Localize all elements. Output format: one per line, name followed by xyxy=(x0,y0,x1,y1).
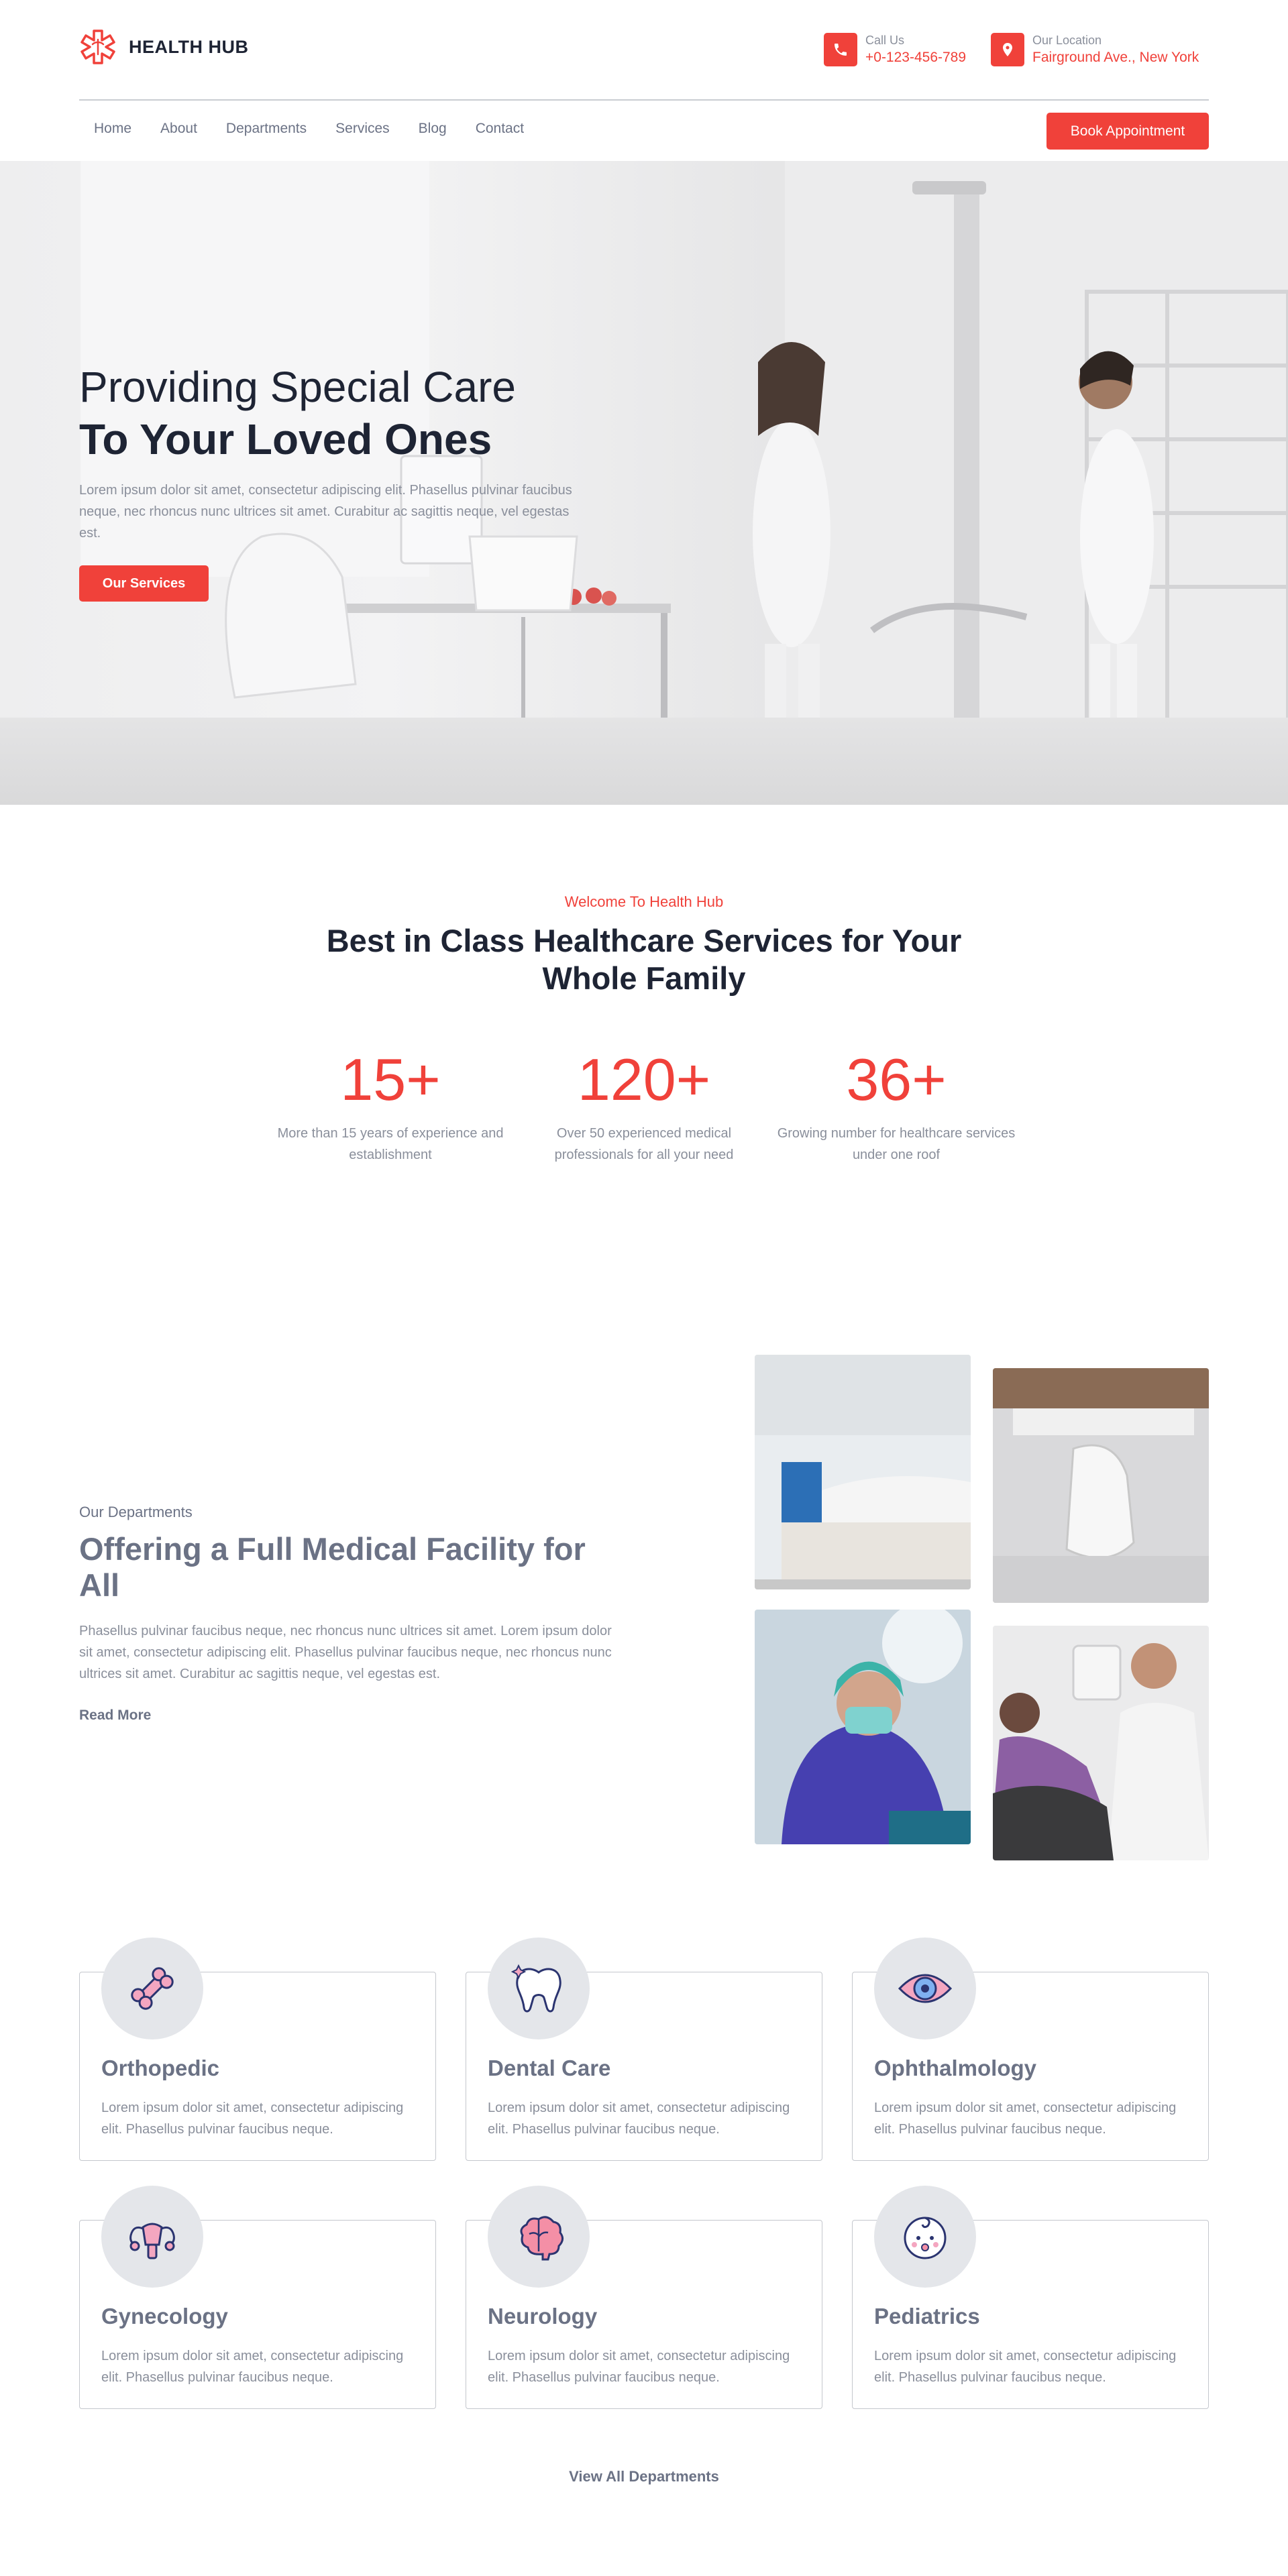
welcome-kicker: Welcome To Health Hub xyxy=(564,893,724,910)
brand-name: HEALTH HUB xyxy=(129,36,249,57)
logo[interactable]: HEALTH HUB xyxy=(79,28,248,66)
departments-kicker: Our Departments xyxy=(79,1504,193,1520)
department-description: Lorem ipsum dolor sit amet, consectetur … xyxy=(874,2349,1177,2385)
nav-item-services[interactable]: Services xyxy=(335,121,390,137)
view-all-departments-link[interactable]: View All Departments xyxy=(0,2468,1288,2485)
stat-number: 36+ xyxy=(846,1046,947,1113)
our-services-button[interactable]: Our Services xyxy=(79,565,209,602)
departments-title: Offering a Full Medical Facility for All xyxy=(79,1531,586,1603)
location-address[interactable]: Fairground Ave., New York xyxy=(1032,48,1199,67)
our-location[interactable]: Our Location Fairground Ave., New York xyxy=(991,32,1199,67)
department-card-dental-care[interactable]: Dental Care Lorem ipsum dolor sit amet, … xyxy=(466,1938,822,2161)
nav-item-about[interactable]: About xyxy=(160,121,197,137)
stat-professionals: 120+ Over 50 experienced medical profess… xyxy=(517,1046,771,1166)
stat-number: 120+ xyxy=(577,1046,711,1113)
phone-icon xyxy=(824,33,857,66)
department-title: Gynecology xyxy=(101,2304,228,2329)
department-description: Lorem ipsum dolor sit amet, consectetur … xyxy=(488,2349,790,2385)
stat-caption: Growing number for healthcare services u… xyxy=(777,1126,1016,1162)
bone-icon xyxy=(101,1938,203,2039)
hero-title-line1: Providing Special Care xyxy=(79,363,516,411)
department-description: Lorem ipsum dolor sit amet, consectetur … xyxy=(488,2101,790,2137)
department-card-ophthalmology[interactable]: Ophthalmology Lorem ipsum dolor sit amet… xyxy=(852,1938,1209,2161)
department-description: Lorem ipsum dolor sit amet, consectetur … xyxy=(101,2349,404,2385)
department-description: Lorem ipsum dolor sit amet, consectetur … xyxy=(101,2101,404,2137)
call-label: Call Us xyxy=(865,34,905,47)
read-more-link[interactable]: Read More xyxy=(79,1707,151,1724)
nav-item-home[interactable]: Home xyxy=(94,121,131,137)
department-card-gynecology[interactable]: Gynecology Lorem ipsum dolor sit amet, c… xyxy=(79,2186,436,2409)
departments-description: Phasellus pulvinar faucibus neque, nec r… xyxy=(79,1624,612,1681)
baby-icon xyxy=(874,2186,976,2288)
department-title: Neurology xyxy=(488,2304,598,2329)
nav-menu: Home About Departments Services Blog Con… xyxy=(94,121,553,137)
surgeon-photo xyxy=(755,1610,971,1844)
department-title: Pediatrics xyxy=(874,2304,980,2329)
reception-photo xyxy=(755,1355,971,1589)
department-card-neurology[interactable]: Neurology Lorem ipsum dolor sit amet, co… xyxy=(466,2186,822,2409)
call-us[interactable]: Call Us +0-123-456-789 xyxy=(824,32,966,67)
dentist-patient-photo xyxy=(993,1626,1209,1860)
stat-years: 15+ More than 15 years of experience and… xyxy=(263,1046,518,1166)
phone-number[interactable]: +0-123-456-789 xyxy=(865,48,966,67)
stat-services: 36+ Growing number for healthcare servic… xyxy=(769,1046,1024,1166)
department-title: Ophthalmology xyxy=(874,2056,1036,2080)
location-pin-icon xyxy=(991,33,1024,66)
nav-item-contact[interactable]: Contact xyxy=(476,121,524,137)
book-appointment-button[interactable]: Book Appointment xyxy=(1046,113,1209,150)
department-description: Lorem ipsum dolor sit amet, consectetur … xyxy=(874,2101,1177,2137)
eye-icon xyxy=(874,1938,976,2039)
nav-item-departments[interactable]: Departments xyxy=(226,121,307,137)
header: HEALTH HUB Call Us +0-123-456-789 Our Lo… xyxy=(79,0,1209,101)
hero-title-line2: To Your Loved Ones xyxy=(79,415,492,463)
department-title: Dental Care xyxy=(488,2056,611,2080)
stat-number: 15+ xyxy=(340,1046,441,1113)
hero-description: Lorem ipsum dolor sit amet, consectetur … xyxy=(79,483,572,541)
nav-item-blog[interactable]: Blog xyxy=(419,121,447,137)
location-label: Our Location xyxy=(1032,34,1102,47)
tooth-icon xyxy=(488,1938,590,2039)
medical-cross-icon xyxy=(80,30,115,64)
welcome-title: Best in Class Healthcare Services for Yo… xyxy=(326,923,962,996)
hero-section: Providing Special Care To Your Loved One… xyxy=(0,161,1288,805)
department-card-orthopedic[interactable]: Orthopedic Lorem ipsum dolor sit amet, c… xyxy=(79,1938,436,2161)
hero-floor xyxy=(0,718,1288,805)
brain-icon xyxy=(488,2186,590,2288)
department-card-pediatrics[interactable]: Pediatrics Lorem ipsum dolor sit amet, c… xyxy=(852,2186,1209,2409)
stat-caption: More than 15 years of experience and est… xyxy=(277,1126,504,1162)
stat-caption: Over 50 experienced medical professional… xyxy=(554,1126,734,1162)
uterus-icon xyxy=(101,2186,203,2288)
department-title: Orthopedic xyxy=(101,2056,220,2080)
main-nav: Home About Departments Services Blog Con… xyxy=(79,102,1209,161)
dental-room-photo xyxy=(993,1368,1209,1603)
